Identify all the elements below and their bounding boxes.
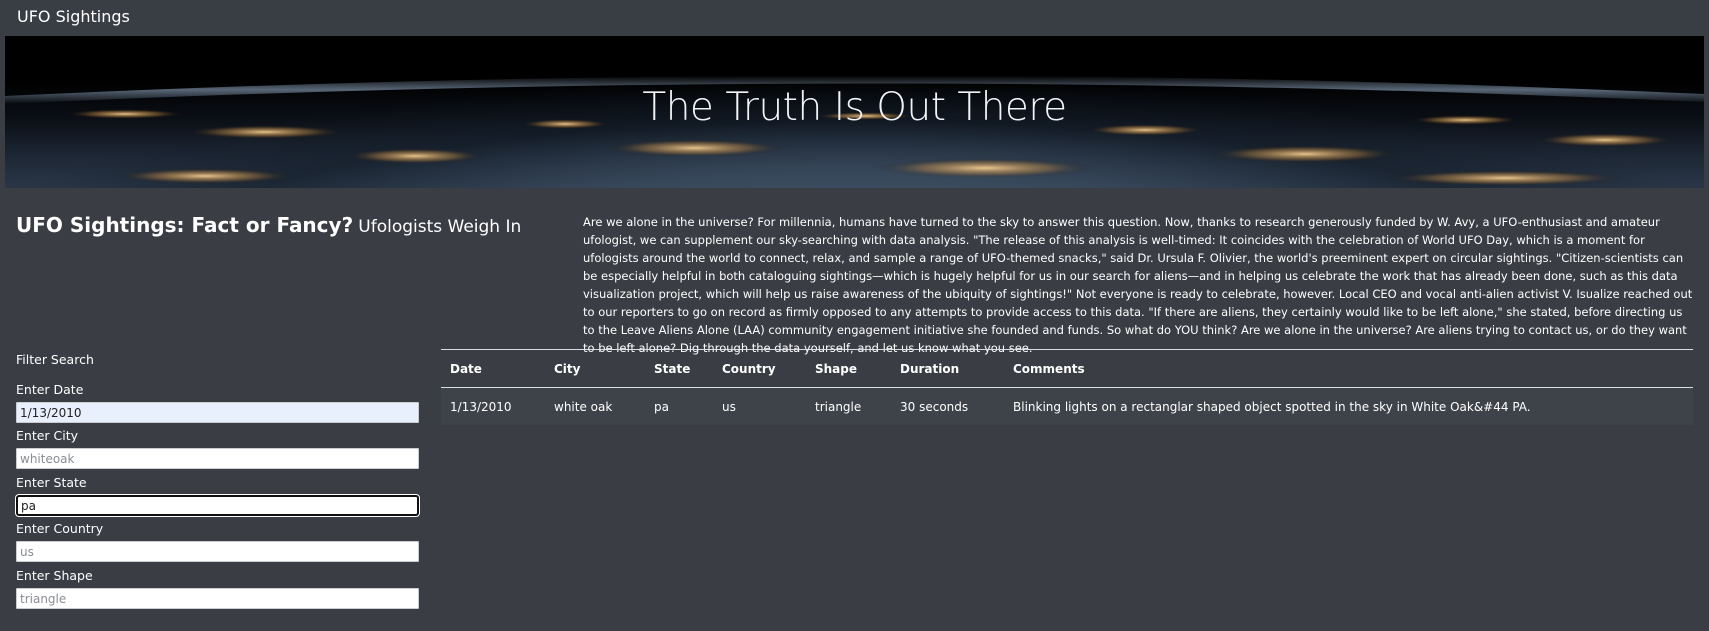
city-label: Enter City bbox=[16, 428, 79, 443]
filter-city-group: Enter City bbox=[16, 428, 419, 469]
cell-country: us bbox=[713, 387, 806, 425]
column-header-country: Country bbox=[713, 349, 806, 388]
column-header-date: Date bbox=[441, 349, 545, 388]
cell-comments: Blinking lights on a rectanglar shaped o… bbox=[1004, 387, 1693, 425]
table-row: 1/13/2010 white oak pa us triangle 30 se… bbox=[441, 387, 1693, 425]
filter-state-group: Enter State bbox=[16, 475, 419, 516]
page: UFO Sightings The Truth Is Out There UFO… bbox=[0, 0, 1709, 631]
navbar: UFO Sightings bbox=[0, 0, 1709, 36]
state-label: Enter State bbox=[16, 475, 87, 490]
state-input[interactable] bbox=[16, 495, 419, 516]
sightings-table: Date City State Country Shape Duration C… bbox=[441, 349, 1693, 425]
cell-shape: triangle bbox=[806, 387, 891, 425]
column-header-city: City bbox=[545, 349, 645, 388]
table-header-row: Date City State Country Shape Duration C… bbox=[441, 349, 1693, 388]
article-title: UFO Sightings: Fact or Fancy? bbox=[16, 213, 354, 237]
date-input[interactable] bbox=[16, 402, 419, 423]
filter-country-group: Enter Country bbox=[16, 521, 419, 562]
article-subtitle: Ufologists Weigh In bbox=[358, 217, 522, 237]
cell-city: white oak bbox=[545, 387, 645, 425]
country-label: Enter Country bbox=[16, 521, 104, 536]
country-input[interactable] bbox=[16, 541, 419, 562]
cell-date: 1/13/2010 bbox=[441, 387, 545, 425]
column-header-duration: Duration bbox=[891, 349, 1004, 388]
shape-label: Enter Shape bbox=[16, 568, 93, 583]
cell-state: pa bbox=[645, 387, 713, 425]
navbar-brand-link[interactable]: UFO Sightings bbox=[17, 7, 130, 26]
date-label: Enter Date bbox=[16, 382, 84, 397]
filter-search-title: Filter Search bbox=[16, 352, 94, 367]
column-header-comments: Comments bbox=[1004, 349, 1693, 388]
intro-paragraph: Are we alone in the universe? For millen… bbox=[583, 215, 1693, 355]
hero-title: The Truth Is Out There bbox=[642, 85, 1067, 130]
city-input[interactable] bbox=[16, 448, 419, 469]
filter-date-group: Enter Date bbox=[16, 382, 419, 423]
column-header-state: State bbox=[645, 349, 713, 388]
cell-duration: 30 seconds bbox=[891, 387, 1004, 425]
article-heading: UFO Sightings: Fact or Fancy? Ufologists… bbox=[16, 213, 521, 237]
filter-shape-group: Enter Shape bbox=[16, 568, 419, 609]
shape-input[interactable] bbox=[16, 588, 419, 609]
hero-banner: The Truth Is Out There bbox=[5, 36, 1704, 188]
column-header-shape: Shape bbox=[806, 349, 891, 388]
